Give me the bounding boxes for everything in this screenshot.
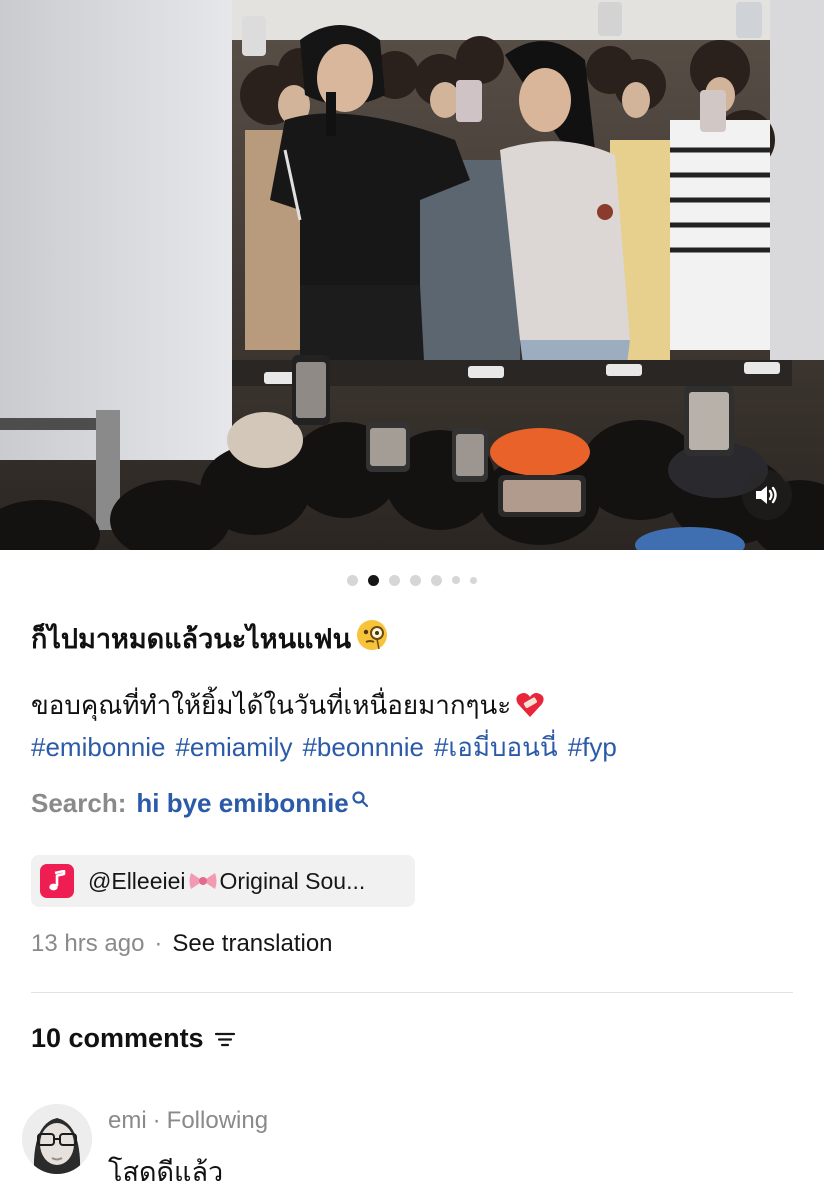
sound-pill-button[interactable]: @Elleeiei Original Sou...	[31, 855, 415, 907]
avatar[interactable]	[22, 1104, 92, 1174]
comment-text: โสดดีแล้ว	[108, 1157, 224, 1187]
related-search: Search: hi bye emibonnie	[31, 788, 369, 819]
search-query-link[interactable]: hi bye emibonnie	[136, 788, 348, 819]
hashtag-link[interactable]: #เอมี่บอนนี่	[434, 726, 558, 768]
hashtag-link[interactable]: #emiamily	[175, 726, 292, 768]
post-photo[interactable]	[0, 0, 824, 550]
carousel-dot[interactable]	[431, 574, 442, 586]
search-icon	[351, 790, 369, 808]
description-text: ขอบคุณที่ทำให้ยิ้มได้ในวันที่เหนื่อยมากๆ…	[31, 690, 512, 720]
mending-heart-icon	[515, 691, 545, 719]
see-translation-link[interactable]: See translation	[172, 930, 332, 958]
comments-count: 10 comments	[31, 1023, 204, 1053]
speaker-on-icon	[756, 486, 777, 504]
post-title-text: ก็ไปมาหมดแล้วนะไหนแฟน	[31, 624, 352, 654]
sound-author: @Elleeiei	[88, 867, 186, 894]
sound-title: Original Sou...	[219, 867, 366, 894]
carousel-dot[interactable]	[470, 576, 477, 584]
carousel-dot[interactable]	[347, 574, 358, 586]
sound-toggle-button[interactable]	[742, 470, 792, 520]
carousel-dot[interactable]	[410, 574, 421, 586]
section-divider	[31, 992, 793, 993]
hashtag-link[interactable]: #fyp	[568, 726, 617, 768]
hashtag-link[interactable]: #beonnnie	[302, 726, 423, 768]
meta-separator: ·	[154, 930, 163, 957]
carousel-dot[interactable]	[452, 576, 460, 584]
comment-separator: ·	[152, 1107, 161, 1134]
carousel-dot-active[interactable]	[368, 574, 379, 586]
carousel-pagination	[0, 572, 824, 588]
ribbon-icon	[188, 870, 218, 892]
post-title: ก็ไปมาหมดแล้วนะไหนแฟน	[31, 617, 389, 660]
face-with-monocle-icon	[355, 618, 389, 659]
comment-follow-status: Following	[166, 1107, 269, 1134]
comments-header: 10 comments	[31, 1023, 236, 1054]
hashtag-list: #emibonnie #emiamily #beonnnie #เอมี่บอน…	[31, 726, 801, 768]
carousel-dot[interactable]	[389, 574, 400, 586]
comment-item: emi · Following โสดดีแล้ว	[22, 1104, 812, 1200]
sort-lines-icon[interactable]	[214, 1030, 236, 1048]
music-note-icon	[40, 864, 74, 898]
comment-username[interactable]: emi	[108, 1107, 147, 1135]
concert-photo	[0, 0, 824, 550]
avatar-image	[22, 1104, 92, 1174]
post-meta: 13 hrs ago · See translation	[31, 930, 333, 958]
hashtag-link[interactable]: #emibonnie	[31, 726, 165, 768]
post-description: ขอบคุณที่ทำให้ยิ้มได้ในวันที่เหนื่อยมากๆ…	[31, 684, 801, 768]
post-timestamp: 13 hrs ago	[31, 930, 145, 957]
search-label: Search:	[31, 788, 127, 818]
